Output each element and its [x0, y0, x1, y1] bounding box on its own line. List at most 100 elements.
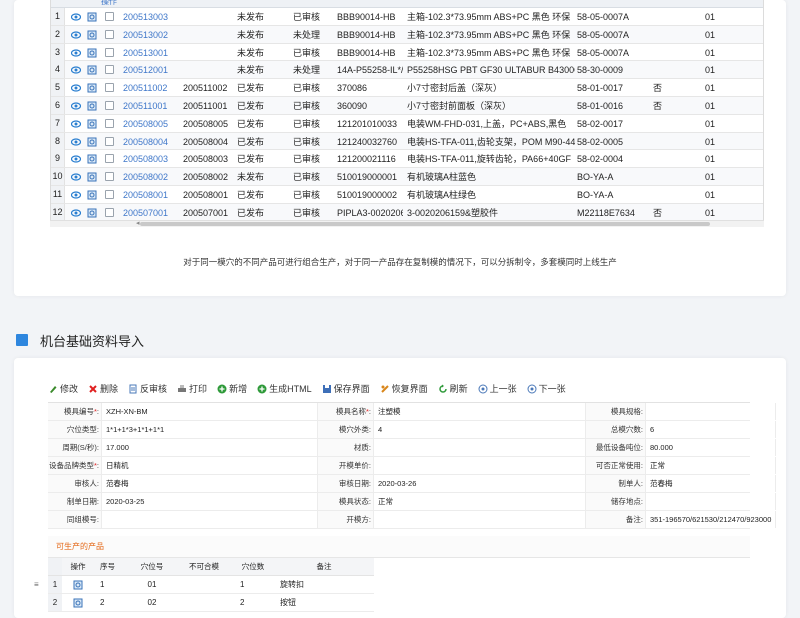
eye-icon[interactable] — [71, 172, 81, 182]
next-button[interactable]: 下一张 — [527, 382, 566, 395]
prev-button[interactable]: 上一张 — [478, 382, 517, 395]
view-document-icon[interactable] — [87, 65, 97, 75]
view-document-icon[interactable] — [87, 190, 97, 200]
mold-code-link[interactable]: 200513002 — [123, 30, 181, 40]
view-document-icon[interactable] — [62, 594, 94, 611]
field-value[interactable]: 范春梅 — [646, 475, 776, 492]
eye-icon[interactable] — [71, 190, 81, 200]
table-row[interactable]: 7 200508005 200508005 已发布 已审核 121201010033 电装W… — [51, 114, 763, 133]
field-value[interactable] — [374, 457, 586, 474]
unaudit-button[interactable]: 反审核 — [128, 382, 167, 395]
mold-code-link[interactable]: 200508002 — [123, 172, 181, 182]
eye-icon[interactable] — [71, 12, 81, 22]
table-row[interactable]: 12 200507001 200507001 已发布 已审核 PIPLA3-0020206… — [51, 203, 763, 222]
horizontal-scrollbar[interactable]: ◂ — [50, 220, 764, 227]
field-value[interactable]: 注塑模 — [374, 403, 586, 420]
mold-code-link[interactable]: 200512001 — [123, 65, 181, 75]
table-row[interactable]: 6 200511001 200511001 已发布 已审核 360090 小7寸密封前面板（… — [51, 96, 763, 115]
field-value[interactable] — [102, 511, 318, 528]
table-row[interactable]: 2 200513002 未发布 未处理 BBB90014-HB 主箱-102.3*73.9… — [51, 25, 763, 44]
eye-icon[interactable] — [71, 83, 81, 93]
generate-html-button[interactable]: 生成HTML — [257, 382, 312, 395]
field-value[interactable]: 4 — [374, 421, 586, 438]
view-document-icon[interactable] — [87, 48, 97, 58]
field-value[interactable]: 日精机 — [102, 457, 318, 474]
table-row[interactable]: 4 200512001 未发布 未处理 14A-P55258-IL*/ P55258HSG… — [51, 61, 763, 80]
field-value[interactable] — [374, 439, 586, 456]
eye-icon[interactable] — [71, 48, 81, 58]
edit-button[interactable]: 修改 — [48, 382, 78, 395]
field-value[interactable] — [646, 403, 776, 420]
view-document-icon[interactable] — [87, 172, 97, 182]
add-button[interactable]: 新增 — [217, 382, 247, 395]
table-row[interactable]: 11 200508001 200508001 已发布 已审核 510019000002 有机… — [51, 185, 763, 204]
field-value[interactable]: 正常 — [374, 493, 586, 510]
field-value[interactable]: 6 — [646, 421, 776, 438]
mold-code-link[interactable]: 200508003 — [123, 154, 181, 164]
mold-code-link[interactable]: 200511002 — [123, 83, 181, 93]
view-document-icon[interactable] — [87, 12, 97, 22]
subgrid-row[interactable]: 1 1 01 1 旋转扣 — [48, 576, 374, 594]
save-view-button[interactable]: 保存界面 — [322, 382, 370, 395]
field-value[interactable] — [646, 493, 776, 510]
subgrid-row[interactable]: 2 2 02 2 按钮 — [48, 594, 374, 612]
view-document-icon[interactable] — [87, 83, 97, 93]
row-checkbox[interactable] — [105, 189, 114, 199]
view-document-icon[interactable] — [87, 137, 97, 147]
mold-code-link[interactable]: 200508004 — [123, 137, 181, 147]
table-row[interactable]: 10 200508002 200508002 未发布 已审核 510019000001 有机… — [51, 168, 763, 186]
field-value[interactable]: 2020-03-25 — [102, 493, 318, 510]
field-value[interactable] — [374, 511, 586, 528]
mold-code-link[interactable]: 200507001 — [123, 208, 181, 218]
row-checkbox[interactable] — [105, 118, 114, 128]
view-document-icon[interactable] — [87, 208, 97, 218]
row-checkbox[interactable] — [105, 83, 114, 93]
print-button[interactable]: 打印 — [177, 382, 207, 395]
row-checkbox[interactable] — [105, 65, 114, 75]
mold-code-link[interactable]: 200513001 — [123, 48, 181, 58]
table-row[interactable]: 9 200508003 200508003 已发布 已审核 121200021116 电装H… — [51, 150, 763, 169]
view-document-icon[interactable] — [87, 30, 97, 40]
eye-icon[interactable] — [71, 154, 81, 164]
delete-button[interactable]: 删除 — [88, 382, 118, 395]
row-checkbox[interactable] — [105, 29, 114, 39]
field-value[interactable]: XZH-XN-BM — [102, 403, 318, 420]
table-row[interactable]: 1 200513003 未发布 已审核 BBB90014-HB 主箱-102.3*73.9… — [51, 8, 763, 26]
scrollbar-thumb[interactable] — [140, 222, 710, 226]
eye-icon[interactable] — [71, 119, 81, 129]
tab-producible-products[interactable]: 可生产的产品 — [48, 536, 750, 558]
table-row[interactable]: 5 200511002 200511002 已发布 已审核 370086 小7寸密封后盖（深… — [51, 79, 763, 97]
row-checkbox[interactable] — [105, 12, 114, 21]
refresh-button[interactable]: 刷新 — [438, 382, 468, 395]
row-checkbox[interactable] — [105, 172, 114, 182]
eye-icon[interactable] — [71, 101, 81, 111]
mold-code-link[interactable]: 200508005 — [123, 119, 181, 129]
table-row[interactable]: 8 200508004 200508004 已发布 已审核 121240032760 电装H… — [51, 132, 763, 151]
eye-icon[interactable] — [71, 208, 81, 218]
view-document-icon[interactable] — [87, 101, 97, 111]
side-menu-icon[interactable]: ≡ — [34, 581, 42, 589]
field-value[interactable]: 80.000 — [646, 439, 776, 456]
mold-code-link[interactable]: 200513003 — [123, 12, 181, 22]
table-row[interactable]: 3 200513001 未发布 已审核 BBB90014-HB 主箱-102.3*73.9… — [51, 43, 763, 62]
row-checkbox[interactable] — [105, 154, 114, 164]
eye-icon[interactable] — [71, 30, 81, 40]
field-value[interactable]: 351-196570/621530/212470/923000 — [646, 511, 776, 528]
field-value[interactable]: 2020-03-26 — [374, 475, 586, 492]
mold-code-link[interactable]: 200511001 — [123, 101, 181, 111]
eye-icon[interactable] — [71, 137, 81, 147]
header-operation-link[interactable]: 操作 — [101, 0, 117, 7]
row-checkbox[interactable] — [105, 100, 114, 110]
view-document-icon[interactable] — [62, 576, 94, 593]
field-value[interactable]: 正常 — [646, 457, 776, 474]
view-document-icon[interactable] — [87, 119, 97, 129]
view-document-icon[interactable] — [87, 154, 97, 164]
eye-icon[interactable] — [71, 65, 81, 75]
row-checkbox[interactable] — [105, 136, 114, 146]
row-checkbox[interactable] — [105, 207, 114, 217]
scroll-left-icon[interactable]: ◂ — [136, 219, 140, 227]
field-value[interactable]: 1*1+1*3+1*1+1*1 — [102, 421, 318, 438]
restore-view-button[interactable]: 恢复界面 — [380, 382, 428, 395]
field-value[interactable]: 范春梅 — [102, 475, 318, 492]
field-value[interactable]: 17.000 — [102, 439, 318, 456]
